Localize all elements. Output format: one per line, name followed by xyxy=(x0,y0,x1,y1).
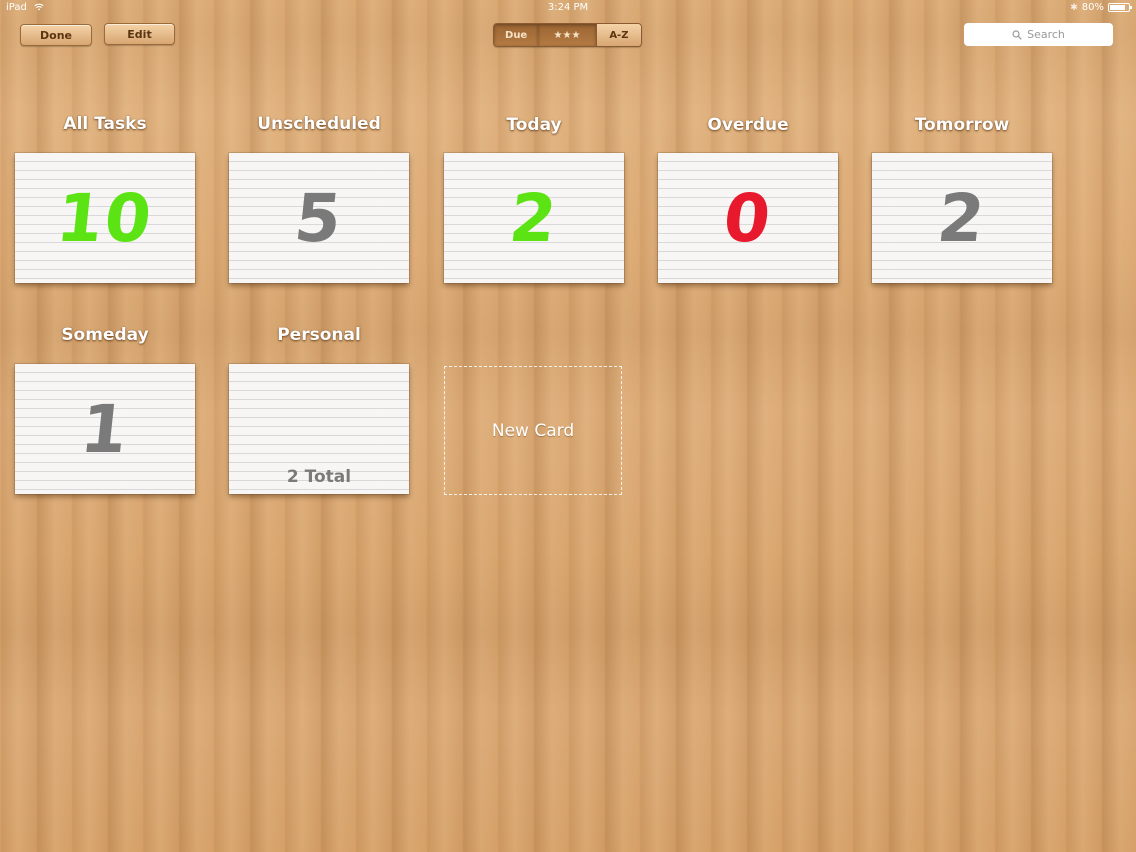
card-label-someday: Someday xyxy=(61,325,149,345)
card-label-all-tasks: All Tasks xyxy=(63,114,147,134)
card-overdue[interactable]: 0 xyxy=(658,153,838,283)
card-count: 10 xyxy=(53,179,157,257)
search-icon xyxy=(1012,29,1022,40)
card-count: 2 xyxy=(505,179,563,257)
new-card-button[interactable]: New Card xyxy=(444,366,622,495)
sort-segmented-control: Due ★★★ A-Z xyxy=(493,23,642,47)
card-label-unscheduled: Unscheduled xyxy=(257,114,381,134)
card-tomorrow[interactable]: 2 xyxy=(872,153,1052,283)
card-count: 1 xyxy=(76,390,134,468)
card-unscheduled[interactable]: 5 xyxy=(229,153,409,283)
card-count: 5 xyxy=(290,179,348,257)
card-count: 2 xyxy=(933,179,991,257)
clock: 3:24 PM xyxy=(547,2,589,13)
sort-due-segment[interactable]: Due xyxy=(494,24,539,46)
sort-az-segment[interactable]: A-Z xyxy=(595,24,641,46)
battery-icon xyxy=(1108,3,1132,12)
card-total: 2 Total xyxy=(286,467,352,487)
search-field[interactable]: Search xyxy=(964,23,1113,46)
card-today[interactable]: 2 xyxy=(444,153,624,283)
search-placeholder: Search xyxy=(1027,28,1065,41)
card-label-today: Today xyxy=(506,115,562,135)
card-label-overdue: Overdue xyxy=(707,115,789,135)
card-label-tomorrow: Tomorrow xyxy=(914,115,1010,135)
bluetooth-icon: ✱ xyxy=(1070,2,1078,13)
card-someday[interactable]: 1 xyxy=(15,364,195,494)
edit-button[interactable]: Edit xyxy=(104,23,175,45)
status-bar: iPad 3:24 PM ✱ 80% xyxy=(0,0,1136,16)
card-count: 0 xyxy=(719,179,777,257)
card-all-tasks[interactable]: 10 xyxy=(15,153,195,283)
battery-status: ✱ 80% xyxy=(1070,2,1132,13)
done-button[interactable]: Done xyxy=(20,24,92,46)
card-personal[interactable]: 2 Total xyxy=(229,364,409,494)
card-label-personal: Personal xyxy=(277,325,361,345)
battery-percent: 80% xyxy=(1081,2,1104,13)
sort-stars-segment[interactable]: ★★★ xyxy=(538,24,596,46)
